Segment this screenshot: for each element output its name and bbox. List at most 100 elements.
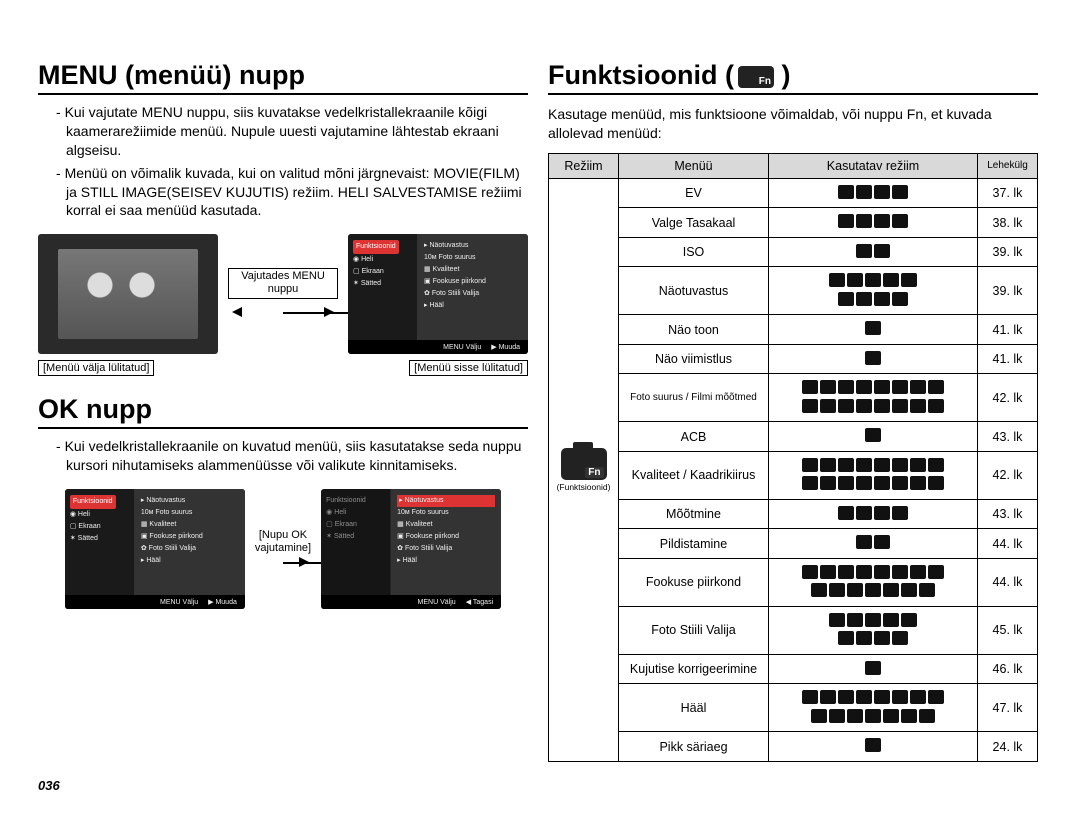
mode-icon [856, 292, 872, 306]
mode-icons-cell [769, 451, 978, 499]
mode-icon [892, 476, 908, 490]
mode-icon [892, 292, 908, 306]
menu-cell: Pildistamine [619, 529, 769, 559]
mode-icon [820, 399, 836, 413]
menu-cell: ACB [619, 422, 769, 452]
funktsioonid-intro: Kasutage menüüd, mis funktsioone võimald… [548, 105, 1038, 143]
mode-icon [892, 214, 908, 228]
mode-icon [865, 661, 881, 675]
mid-label-menu: Vajutades MENU nuppu [228, 268, 338, 320]
mode-icon [865, 583, 881, 597]
menu-bullet-2: Menüü on võimalik kuvada, kui on valitud… [56, 164, 528, 221]
mode-icon [829, 273, 845, 287]
mode-icon [811, 583, 827, 597]
functions-table: Režiim Menüü Kasutatav režiim Lehekülg (… [548, 153, 1038, 762]
mode-icon [838, 458, 854, 472]
mode-icons-cell [769, 684, 978, 732]
mode-icon [910, 458, 926, 472]
mode-icons-cell [769, 208, 978, 238]
mode-icons-cell [769, 654, 978, 684]
mode-icon [892, 399, 908, 413]
menu-cell: Näo toon [619, 315, 769, 345]
mode-icon [874, 458, 890, 472]
table-row: (Funktsioonid)EV37. lk [549, 178, 1038, 208]
page-cell: 42. lk [978, 451, 1038, 499]
mode-icon [820, 565, 836, 579]
screenshot-ok-before: Funktsioonid ◉ Heli ▢ Ekraan ✶ Sätted ▸ … [65, 489, 245, 609]
menu-cell: Kujutise korrigeerimine [619, 654, 769, 684]
page-cell: 46. lk [978, 654, 1038, 684]
page-cell: 41. lk [978, 344, 1038, 374]
mode-icon [865, 273, 881, 287]
page-cell: 47. lk [978, 684, 1038, 732]
mode-icon [874, 380, 890, 394]
mode-icon [820, 458, 836, 472]
mode-icon [910, 380, 926, 394]
mode-icon [865, 613, 881, 627]
heading-funktsioonid: Funktsioonid ( ) [548, 60, 1038, 95]
mode-icons-cell [769, 606, 978, 654]
menu-cell: Kvaliteet / Kaadrikiirus [619, 451, 769, 499]
mode-icon [874, 690, 890, 704]
camera-fn-icon [561, 448, 607, 480]
mode-icon [874, 399, 890, 413]
table-row: Pildistamine44. lk [549, 529, 1038, 559]
menu-cell: Valge Tasakaal [619, 208, 769, 238]
table-row: Näotuvastus39. lk [549, 267, 1038, 315]
mode-icon [838, 690, 854, 704]
caption-menu-off: [Menüü välja lülitatud] [38, 360, 154, 376]
mode-icons-cell [769, 422, 978, 452]
mode-icon [838, 185, 854, 199]
page-cell: 45. lk [978, 606, 1038, 654]
mode-icon [910, 565, 926, 579]
page-cell: 43. lk [978, 499, 1038, 529]
mode-icon [901, 273, 917, 287]
mode-icon [856, 185, 872, 199]
table-row: Näo viimistlus41. lk [549, 344, 1038, 374]
table-row: Kvaliteet / Kaadrikiirus 42. lk [549, 451, 1038, 499]
th-page: Lehekülg [978, 153, 1038, 178]
double-arrow-icon [233, 305, 333, 319]
mode-icons-cell [769, 178, 978, 208]
table-row: Foto Stiili Valija45. lk [549, 606, 1038, 654]
mode-icon [802, 565, 818, 579]
mode-icon [865, 738, 881, 752]
mode-icon [838, 506, 854, 520]
mode-icon [919, 709, 935, 723]
table-row: Pikk säriaeg24. lk [549, 732, 1038, 762]
mode-icon [820, 476, 836, 490]
mode-icon [928, 690, 944, 704]
mode-icon [856, 476, 872, 490]
mode-icon [901, 613, 917, 627]
mode-icon [838, 399, 854, 413]
ok-bullets: Kui vedelkristallekraanile on kuvatud me… [38, 437, 528, 475]
mode-icons-cell [769, 344, 978, 374]
mode-icon [874, 292, 890, 306]
mode-icon [856, 690, 872, 704]
mode-icon [874, 214, 890, 228]
mode-cell: (Funktsioonid) [549, 178, 619, 761]
mode-icon [874, 506, 890, 520]
mode-icon [856, 458, 872, 472]
mode-icon [856, 565, 872, 579]
table-row: Valge Tasakaal38. lk [549, 208, 1038, 238]
mode-icon [883, 709, 899, 723]
heading-ok-nupp: OK nupp [38, 394, 528, 429]
mode-icons-cell [769, 374, 978, 422]
table-row: Mõõtmine43. lk [549, 499, 1038, 529]
mode-icon [865, 709, 881, 723]
table-row: Foto suurus / Filmi mõõtmed42. lk [549, 374, 1038, 422]
mode-icon [847, 613, 863, 627]
mode-icon [820, 690, 836, 704]
mode-icon [901, 583, 917, 597]
page-cell: 39. lk [978, 267, 1038, 315]
mode-icon [838, 565, 854, 579]
mode-icon [910, 690, 926, 704]
menu-bullets: Kui vajutate MENU nuppu, siis kuvatakse … [38, 103, 528, 220]
mode-icon [802, 690, 818, 704]
page-cell: 39. lk [978, 237, 1038, 267]
page-cell: 43. lk [978, 422, 1038, 452]
table-row: Kujutise korrigeerimine 46. lk [549, 654, 1038, 684]
mode-icon [856, 631, 872, 645]
mode-icon [802, 380, 818, 394]
